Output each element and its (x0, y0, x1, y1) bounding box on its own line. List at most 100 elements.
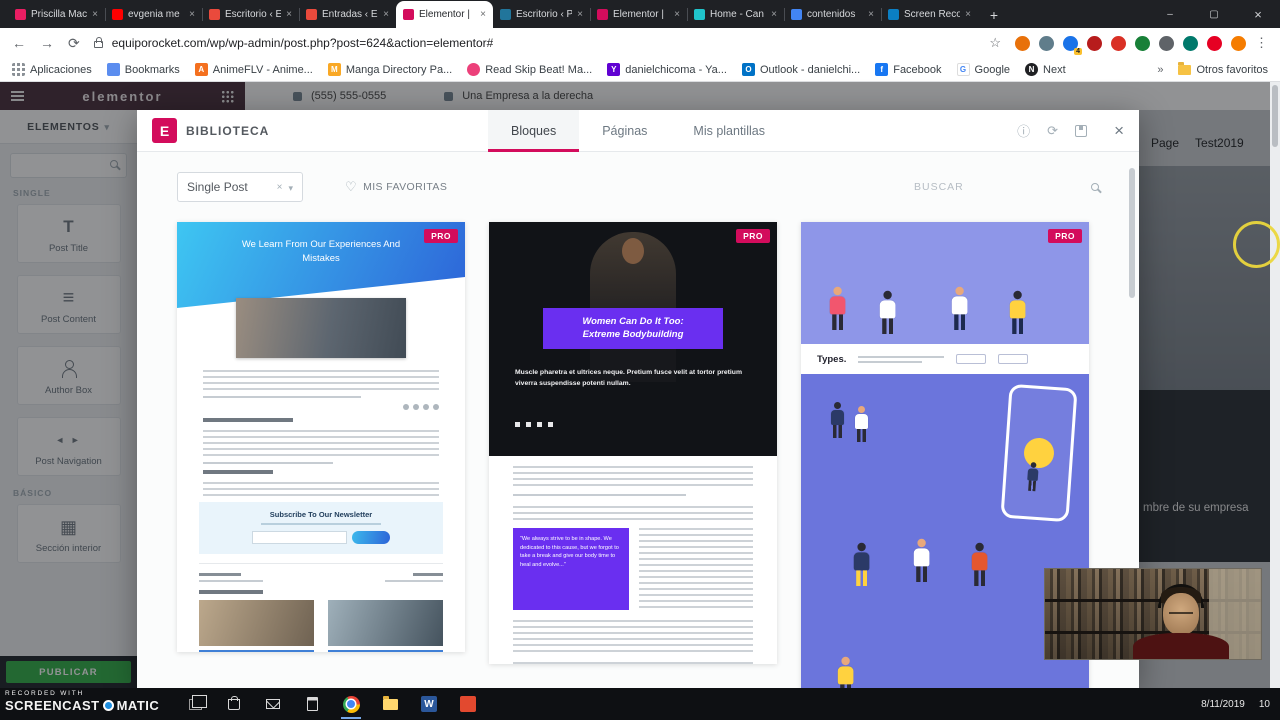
search-icon (1091, 183, 1099, 191)
template-card-single-post-1[interactable]: PRO We Learn From Our Experiences And Mi… (177, 222, 465, 652)
newsletter-box: Subscribe To Our Newsletter (199, 502, 443, 554)
tab-close-icon[interactable] (771, 9, 777, 20)
tab-close-icon[interactable] (868, 9, 874, 20)
tab-close-icon[interactable] (92, 9, 98, 20)
favorites-toggle[interactable]: MIS FAVORITAS (345, 179, 447, 195)
extension-icon[interactable] (1207, 35, 1222, 51)
extension-icon[interactable] (1111, 35, 1126, 51)
browser-tab[interactable]: Entradas ‹ E (299, 1, 396, 28)
info-icon[interactable] (1017, 121, 1030, 140)
extension-icon[interactable] (1183, 35, 1198, 51)
new-tab-button[interactable] (981, 2, 1007, 28)
file-explorer-icon[interactable] (381, 695, 399, 713)
tab-mis-plantillas[interactable]: Mis plantillas (670, 110, 788, 152)
related-image (328, 600, 443, 646)
extension-icon[interactable] (1231, 35, 1246, 51)
screencast-app-icon[interactable] (459, 695, 477, 713)
pro-badge: PRO (1048, 229, 1082, 243)
store-icon[interactable] (225, 695, 243, 713)
browser-menu-icon[interactable] (1255, 35, 1268, 51)
bookmark-item[interactable]: AnimeFLV - Anime... (194, 63, 313, 76)
browser-tab[interactable]: contenidos (784, 1, 881, 28)
bookmark-star-icon[interactable] (989, 35, 1001, 51)
bookmark-item[interactable]: Manga Directory Pa... (327, 63, 453, 76)
tab-paginas[interactable]: Páginas (579, 110, 670, 152)
lock-icon[interactable] (93, 37, 103, 48)
chevron-down-icon (288, 180, 293, 194)
tab-close-icon[interactable] (577, 9, 583, 20)
extension-icon[interactable] (1135, 35, 1150, 51)
bookmark-item[interactable]: Next (1025, 63, 1066, 76)
signup-button[interactable] (352, 531, 390, 544)
library-search-input[interactable] (914, 181, 1083, 193)
bookmark-item[interactable]: Read Skip Beat! Ma... (467, 63, 592, 76)
tab-close-icon[interactable] (383, 9, 389, 20)
tab-close-icon[interactable] (965, 9, 971, 20)
library-tabs: Bloques Páginas Mis plantillas (488, 110, 788, 152)
scrollbar-thumb[interactable] (1129, 168, 1135, 298)
address-bar[interactable]: equiporocket.com/wp/wp-admin/post.php?po… (93, 30, 1001, 56)
sync-icon[interactable] (1047, 123, 1058, 139)
browser-tab[interactable]: Escritorio ‹ E (202, 1, 299, 28)
chrome-icon[interactable] (341, 695, 361, 719)
related-image (199, 600, 314, 646)
bookmark-item[interactable]: Outlook - danielchi... (741, 63, 860, 76)
template-card-single-post-2[interactable]: PRO Women Can Do It Too: Extreme Bodybuil… (489, 222, 777, 664)
taskbar-date[interactable]: 8/11/2019 (1201, 699, 1245, 710)
email-field[interactable] (252, 531, 347, 544)
tab-favicon-icon (694, 9, 705, 20)
clear-filter-icon[interactable] (277, 182, 283, 193)
browser-tab[interactable]: Elementor | (590, 1, 687, 28)
browser-tab[interactable]: Screen Reco (881, 1, 978, 28)
card1-title: We Learn From Our Experiences And Mistak… (241, 239, 401, 264)
text-lines (513, 662, 753, 664)
text-lines (513, 466, 753, 490)
browser-tab[interactable]: Home - Can (687, 1, 784, 28)
tab-bloques[interactable]: Bloques (488, 110, 580, 152)
bookmark-item[interactable]: Aplicaciones (12, 63, 92, 76)
other-bookmarks[interactable]: Otros favoritos (1178, 61, 1268, 76)
extension-icon[interactable]: 4 (1063, 35, 1082, 55)
task-view-icon[interactable] (186, 695, 207, 713)
illustration-person (851, 542, 870, 586)
forward-icon[interactable] (40, 35, 54, 51)
tab-close-icon[interactable] (480, 9, 486, 20)
browser-tab[interactable]: Priscilla Mac (8, 1, 105, 28)
extension-icon[interactable] (1087, 35, 1102, 51)
close-window-icon[interactable] (1236, 0, 1280, 28)
extension-icon[interactable] (1159, 35, 1174, 51)
page-scrollbar[interactable] (1270, 82, 1280, 688)
bookmark-item[interactable]: Bookmarks (106, 63, 180, 76)
minimize-icon[interactable] (1148, 0, 1192, 28)
save-template-icon[interactable] (1075, 124, 1088, 137)
calculator-icon[interactable] (303, 695, 321, 713)
bookmark-item[interactable]: danielchicoma - Ya... (607, 63, 727, 76)
filter-select[interactable]: Single Post (177, 172, 303, 202)
bookmark-label: Manga Directory Pa... (345, 63, 453, 76)
bookmark-item[interactable]: Google (956, 63, 1010, 76)
bookmark-item[interactable]: Facebook (875, 63, 942, 76)
illustration-person (1007, 290, 1026, 334)
bookmark-label: Bookmarks (124, 63, 180, 76)
notification-count[interactable]: 10 (1259, 699, 1270, 710)
browser-tab[interactable]: evgenia me (105, 1, 202, 28)
mail-icon[interactable] (264, 695, 282, 713)
back-icon[interactable] (12, 35, 26, 51)
close-icon[interactable] (1114, 121, 1124, 141)
tab-favicon-icon (597, 9, 608, 20)
card3-hero-illustration (801, 222, 1089, 344)
word-icon[interactable] (420, 695, 438, 713)
reload-icon[interactable] (68, 35, 80, 52)
browser-tab[interactable]: Escritorio ‹ P (493, 1, 590, 28)
illustration-person (877, 290, 896, 334)
extension-icon[interactable] (1015, 35, 1030, 51)
tab-close-icon[interactable] (189, 9, 195, 20)
extension-icon[interactable] (1039, 35, 1054, 51)
bookmarks-overflow-icon[interactable] (1157, 64, 1163, 76)
scrollbar-thumb[interactable] (1272, 85, 1278, 147)
tab-close-icon[interactable] (674, 9, 680, 20)
browser-tab-active[interactable]: Elementor | (396, 1, 493, 28)
tab-close-icon[interactable] (286, 9, 292, 20)
bookmark-label: danielchicoma - Ya... (625, 63, 727, 76)
maximize-icon[interactable] (1192, 0, 1236, 28)
